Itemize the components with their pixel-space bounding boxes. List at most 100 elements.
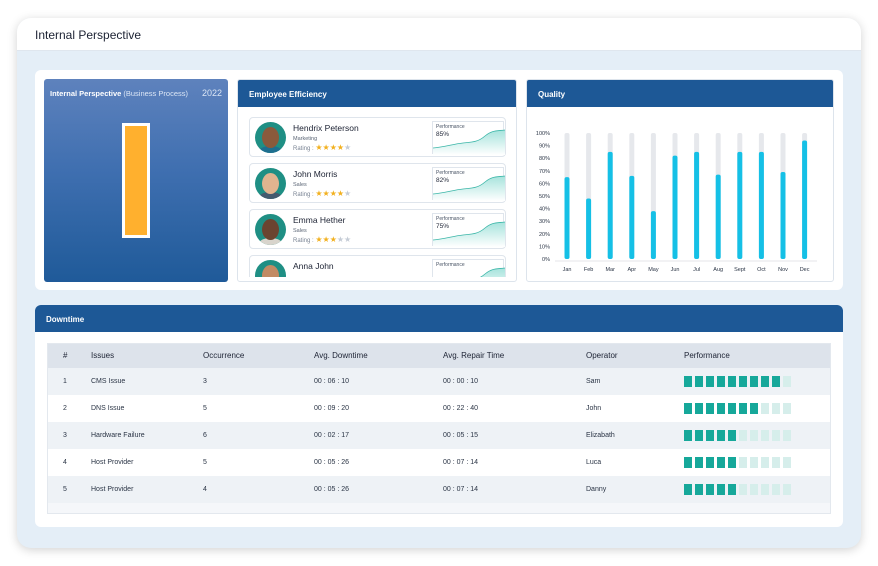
quality-bar-mar[interactable]: [607, 151, 613, 259]
quality-bar-sept[interactable]: [737, 151, 743, 259]
performance-block: [728, 376, 736, 387]
employee-rating: Rating : ★★★★★: [293, 189, 352, 198]
table-row[interactable]: 4 Host Provider 5 00 : 05 : 26 00 : 07 : 14 L…: [48, 449, 830, 476]
performance-block: [772, 430, 780, 441]
employee-list[interactable]: Hendrix Peterson Marketing Rating : ★★★★★ P…: [249, 117, 506, 277]
performance-block: [739, 376, 747, 387]
performance-block: [772, 376, 780, 387]
occurrence-cell: 3: [203, 378, 207, 385]
page-header: Internal Perspective: [17, 18, 861, 51]
performance-block: [761, 484, 769, 495]
kpi-card: Internal Perspective (Business Process) …: [44, 79, 228, 282]
issue-cell: Hardware Failure: [91, 432, 145, 439]
downtime-cell: 00 : 02 : 17: [314, 432, 350, 439]
employee-rating: Rating : ★★★★★: [293, 235, 352, 244]
performance-block: [695, 376, 703, 387]
y-tick-label: 10%: [539, 244, 550, 250]
issue-cell: DNS Issue: [91, 405, 125, 412]
quality-bar-feb[interactable]: [586, 198, 592, 259]
occurrence-cell: 4: [203, 486, 207, 493]
performance-block: [728, 430, 736, 441]
operator-cell: Elizabath: [586, 432, 615, 439]
repair-time-cell: 00 : 00 : 10: [443, 378, 479, 385]
downtime-cell: 00 : 05 : 26: [314, 459, 350, 466]
performance-block: [695, 457, 703, 468]
column-header[interactable]: #: [63, 351, 67, 360]
quality-bar-oct[interactable]: [758, 151, 764, 259]
avatar: [255, 168, 286, 199]
performance-block: [695, 403, 703, 414]
y-tick-label: 0%: [542, 257, 550, 263]
performance-block: [728, 484, 736, 495]
employee-card[interactable]: Emma Hether Sales Rating : ★★★★★ Performanc…: [249, 209, 506, 249]
employee-card[interactable]: Hendrix Peterson Marketing Rating : ★★★★★ P…: [249, 117, 506, 157]
employee-card[interactable]: Anna John Performance: [249, 255, 506, 277]
quality-bar-apr[interactable]: [629, 175, 635, 259]
row-number: 2: [63, 405, 67, 412]
performance-value: 85%: [436, 131, 450, 138]
downtime-cell: 00 : 06 : 10: [314, 378, 350, 385]
column-header[interactable]: Issues: [91, 351, 114, 360]
row-number: 3: [63, 432, 67, 439]
star-rating-icon: ★★★★★: [315, 235, 352, 244]
performance-block: [717, 403, 725, 414]
repair-time-cell: 00 : 07 : 14: [443, 459, 479, 466]
performance-block: [761, 457, 769, 468]
performance-block: [728, 403, 736, 414]
row-number: 1: [63, 378, 67, 385]
performance-label: Performance: [436, 170, 465, 176]
performance-block: [706, 430, 714, 441]
performance-block: [783, 457, 791, 468]
quality-bar-nov[interactable]: [780, 172, 786, 259]
quality-bar-dec[interactable]: [802, 140, 808, 259]
downtime-title: Downtime: [35, 305, 843, 332]
x-tick-label: Sept: [734, 267, 746, 273]
quality-title: Quality: [527, 80, 833, 107]
x-tick-label: Oct: [757, 267, 766, 273]
column-header[interactable]: Operator: [586, 351, 618, 360]
table-row[interactable]: 2 DNS Issue 5 00 : 09 : 20 00 : 22 : 40 John: [48, 395, 830, 422]
performance-block: [717, 430, 725, 441]
quality-bar-jun[interactable]: [672, 155, 678, 259]
employee-dept: Sales: [293, 182, 307, 188]
employee-name: Anna John: [293, 261, 334, 271]
x-tick-label: Apr: [628, 267, 637, 273]
column-header[interactable]: Avg. Repair Time: [443, 351, 504, 360]
operator-cell: Luca: [586, 459, 602, 466]
performance-block: [717, 376, 725, 387]
column-header[interactable]: Avg. Downtime: [314, 351, 368, 360]
x-tick-label: Feb: [584, 267, 593, 273]
performance-sparkline: Performance 75%: [432, 213, 505, 247]
quality-bar-may[interactable]: [650, 211, 656, 259]
performance-block: [684, 430, 692, 441]
avatar: [255, 260, 286, 277]
occurrence-cell: 6: [203, 432, 207, 439]
performance-value: 82%: [436, 177, 450, 184]
table-header: # Issues Occurrence Avg. Downtime Avg. Repai…: [48, 344, 830, 368]
performance-sparkline: Performance: [432, 259, 505, 277]
performance-block: [783, 376, 791, 387]
quality-card: Quality 0% 10% 20% 30% 40% 50% 60% 70% 80% 90% 100…: [526, 79, 834, 282]
issue-cell: CMS Issue: [91, 378, 126, 385]
quality-bar-aug[interactable]: [715, 174, 721, 259]
x-tick-label: Dec: [800, 267, 810, 273]
quality-bar-jul[interactable]: [694, 151, 700, 259]
performance-block: [695, 484, 703, 495]
performance-block: [706, 403, 714, 414]
performance-block: [772, 403, 780, 414]
y-tick-label: 40%: [539, 207, 550, 213]
operator-cell: John: [586, 405, 602, 412]
y-tick-label: 20%: [539, 232, 550, 238]
column-header[interactable]: Performance: [684, 351, 730, 360]
x-tick-label: Mar: [605, 267, 615, 273]
table-row[interactable]: 1 CMS Issue 3 00 : 06 : 10 00 : 00 : 10 Sam: [48, 368, 830, 395]
table-row[interactable]: 3 Hardware Failure 6 00 : 02 : 17 00 : 05 : …: [48, 422, 830, 449]
x-tick-label: Jan: [563, 267, 572, 273]
repair-time-cell: 00 : 05 : 15: [443, 432, 479, 439]
employee-card[interactable]: John Morris Sales Rating : ★★★★★ Performanc…: [249, 163, 506, 203]
top-panel: Internal Perspective (Business Process) …: [35, 70, 843, 290]
quality-bar-jan[interactable]: [564, 177, 570, 259]
performance-block: [706, 484, 714, 495]
table-row[interactable]: 5 Host Provider 4 00 : 05 : 26 00 : 07 : 14 D…: [48, 476, 830, 503]
column-header[interactable]: Occurrence: [203, 351, 244, 360]
